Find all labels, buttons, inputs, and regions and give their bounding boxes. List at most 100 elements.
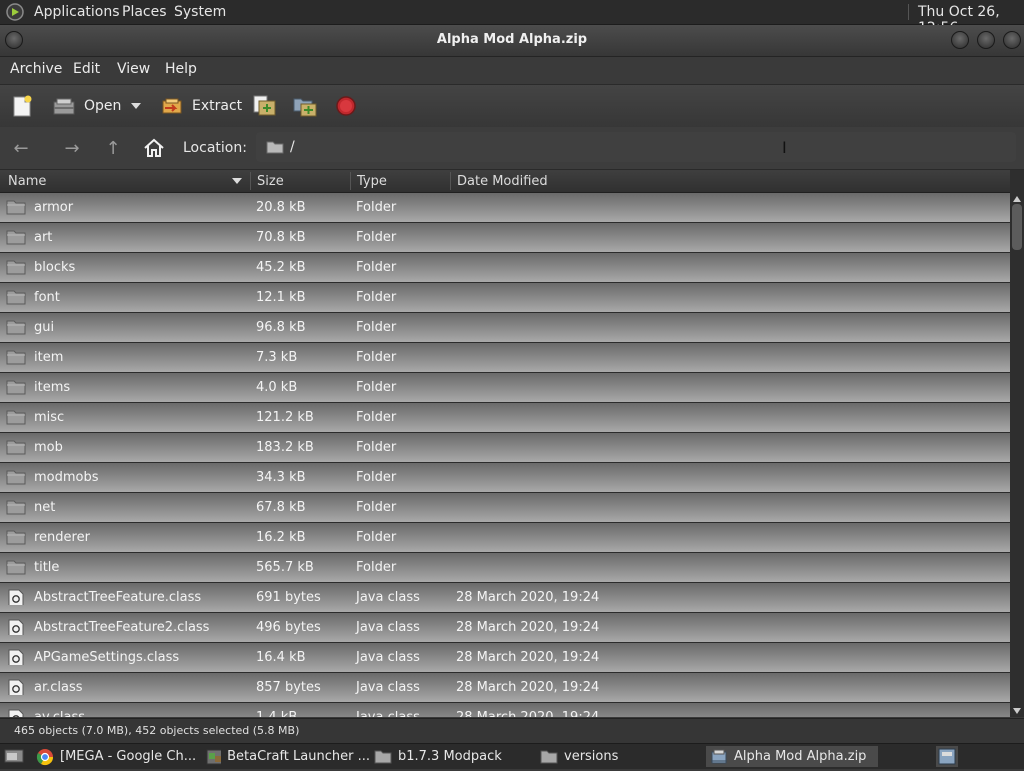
file-row[interactable]: item 7.3 kB Folder <box>0 343 1010 373</box>
taskbar-item-versions[interactable]: versions <box>540 746 700 767</box>
taskbar-item-betacraft[interactable]: BetaCraft Launcher ... <box>206 746 370 767</box>
column-separator[interactable] <box>250 172 251 190</box>
file-row[interactable]: mob 183.2 kB Folder <box>0 433 1010 463</box>
back-arrow-icon[interactable]: ← <box>9 137 33 159</box>
workspace-switcher[interactable] <box>936 746 958 767</box>
folder-icon <box>6 200 26 215</box>
file-row[interactable]: AbstractTreeFeature.class 691 bytes Java c… <box>0 583 1010 613</box>
file-row[interactable]: av.class 1.4 kB Java class 28 March 2020, 1… <box>0 703 1010 717</box>
file-type: Folder <box>356 410 397 425</box>
window-title-bar[interactable]: Alpha Mod Alpha.zip <box>0 25 1024 57</box>
location-label: Location: <box>183 140 247 156</box>
file-name: AbstractTreeFeature.class <box>34 590 202 605</box>
file-type: Java class <box>356 650 420 665</box>
chevron-down-icon <box>131 103 141 109</box>
file-type: Folder <box>356 440 397 455</box>
open-dropdown-button[interactable] <box>130 91 142 121</box>
scroll-down-icon[interactable] <box>1013 708 1021 714</box>
column-separator[interactable] <box>350 172 351 190</box>
file-size: 96.8 kB <box>256 320 306 335</box>
extract-label: Extract <box>192 98 243 114</box>
java-class-file-icon <box>8 619 24 635</box>
file-row[interactable]: ar.class 857 bytes Java class 28 March 2020… <box>0 673 1010 703</box>
file-modified: 28 March 2020, 19:24 <box>456 650 600 665</box>
file-size: 183.2 kB <box>256 440 314 455</box>
close-button[interactable] <box>1003 31 1021 49</box>
file-row[interactable]: renderer 16.2 kB Folder <box>0 523 1010 553</box>
show-desktop-button[interactable] <box>4 747 24 765</box>
file-name: APGameSettings.class <box>34 650 180 665</box>
scrollbar-thumb[interactable] <box>1012 204 1022 250</box>
panel-menu-places[interactable]: Places <box>122 4 167 20</box>
file-type: Folder <box>356 230 397 245</box>
folder-icon <box>6 440 26 455</box>
file-type: Folder <box>356 530 397 545</box>
taskbar-item-archive-manager[interactable]: Alpha Mod Alpha.zip <box>706 746 878 767</box>
folder-icon <box>374 750 392 763</box>
minimize-button[interactable] <box>951 31 969 49</box>
file-row[interactable]: net 67.8 kB Folder <box>0 493 1010 523</box>
column-header-modified[interactable]: Date Modified <box>457 174 548 189</box>
file-row[interactable]: misc 121.2 kB Folder <box>0 403 1010 433</box>
open-button[interactable]: Open <box>52 91 121 121</box>
folder-icon <box>6 410 26 425</box>
folder-icon <box>6 380 26 395</box>
menu-help[interactable]: Help <box>165 61 197 77</box>
file-name: items <box>34 380 71 395</box>
sort-descending-icon[interactable] <box>232 178 242 186</box>
file-size: 34.3 kB <box>256 470 306 485</box>
add-files-button[interactable] <box>251 91 277 121</box>
file-size: 16.2 kB <box>256 530 306 545</box>
folder-icon <box>6 320 26 335</box>
location-bar: ← → ↑ Location: / I <box>0 127 1024 170</box>
file-row[interactable]: armor 20.8 kB Folder <box>0 193 1010 223</box>
maximize-button[interactable] <box>977 31 995 49</box>
menu-archive[interactable]: Archive <box>10 61 62 77</box>
column-header-name[interactable]: Name <box>8 174 46 189</box>
menubar: Archive Edit View Help <box>0 57 1024 83</box>
taskbar-item-chrome[interactable]: [MEGA - Google Ch... <box>36 746 202 767</box>
up-arrow-icon[interactable]: ↑ <box>101 137 125 159</box>
file-row[interactable]: blocks 45.2 kB Folder <box>0 253 1010 283</box>
scroll-up-icon[interactable] <box>1013 196 1021 202</box>
location-path: / <box>290 139 295 155</box>
location-field[interactable]: / I <box>256 132 1016 162</box>
column-separator[interactable] <box>450 172 451 190</box>
file-size: 16.4 kB <box>256 650 306 665</box>
file-row[interactable]: title 565.7 kB Folder <box>0 553 1010 583</box>
add-files-icon <box>253 95 276 116</box>
add-folder-button[interactable] <box>292 91 318 121</box>
file-modified: 28 March 2020, 19:24 <box>456 680 600 695</box>
file-row[interactable]: gui 96.8 kB Folder <box>0 313 1010 343</box>
extract-button[interactable]: Extract <box>160 91 242 121</box>
forward-arrow-icon[interactable]: → <box>60 137 84 159</box>
file-modified: 28 March 2020, 19:24 <box>456 710 599 717</box>
open-archive-icon <box>53 98 75 115</box>
file-size: 70.8 kB <box>256 230 306 245</box>
home-icon[interactable] <box>142 137 166 159</box>
java-class-file-icon <box>8 709 24 717</box>
show-desktop-icon <box>4 749 24 763</box>
file-size: 12.1 kB <box>256 290 306 305</box>
taskbar-item-modpack[interactable]: b1.7.3 Modpack <box>374 746 534 767</box>
menu-edit[interactable]: Edit <box>73 61 100 77</box>
file-row[interactable]: APGameSettings.class 16.4 kB Java class 28 … <box>0 643 1010 673</box>
stop-button[interactable] <box>334 91 358 121</box>
column-header-type[interactable]: Type <box>357 174 387 189</box>
file-type: Java class <box>356 620 420 635</box>
menu-view[interactable]: View <box>117 61 150 77</box>
file-row[interactable]: AbstractTreeFeature2.class 496 bytes Java … <box>0 613 1010 643</box>
panel-menu-applications[interactable]: Applications <box>34 4 120 20</box>
archive-manager-icon <box>711 749 727 763</box>
file-row[interactable]: font 12.1 kB Folder <box>0 283 1010 313</box>
file-name: ar.class <box>34 680 83 695</box>
file-row[interactable]: items 4.0 kB Folder <box>0 373 1010 403</box>
distro-logo-icon[interactable] <box>6 3 26 21</box>
new-archive-button[interactable] <box>10 91 34 121</box>
file-row[interactable]: art 70.8 kB Folder <box>0 223 1010 253</box>
file-size: 45.2 kB <box>256 260 306 275</box>
file-row[interactable]: modmobs 34.3 kB Folder <box>0 463 1010 493</box>
vertical-scrollbar[interactable] <box>1010 170 1024 717</box>
panel-menu-system[interactable]: System <box>174 4 226 20</box>
column-header-size[interactable]: Size <box>257 174 284 189</box>
